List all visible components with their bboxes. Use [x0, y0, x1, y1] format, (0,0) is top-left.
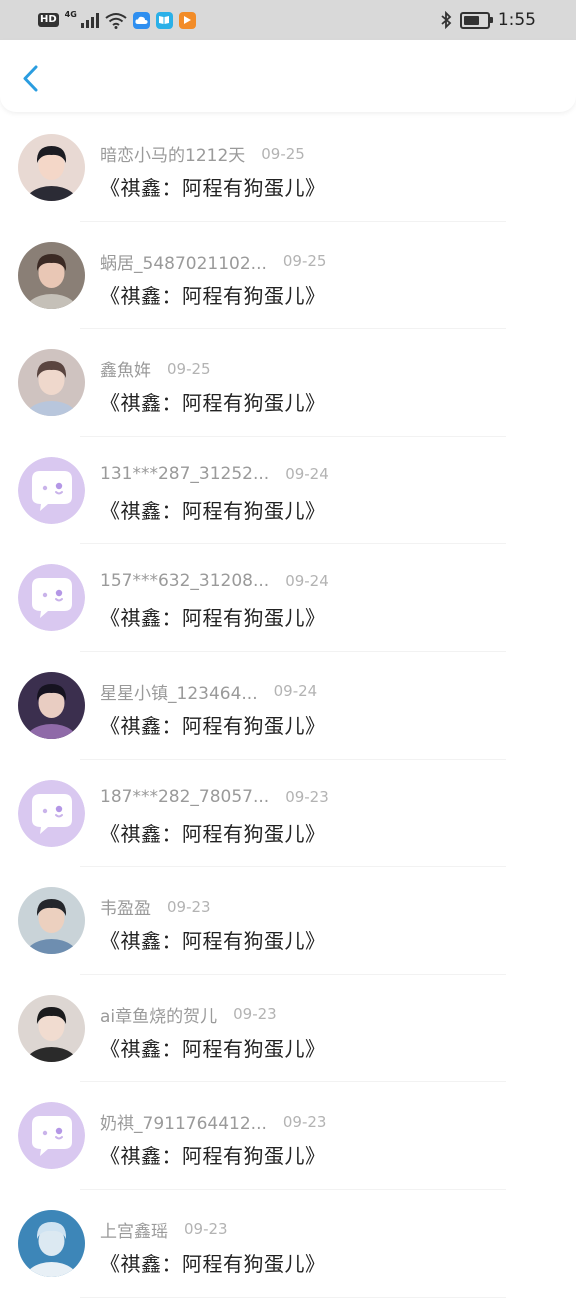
clock: 1:55	[497, 10, 536, 30]
message-header: 157***632_31208... 09-24	[100, 571, 329, 591]
sender-name[interactable]: 暗恋小马的1212天	[100, 141, 245, 166]
message-item[interactable]: 157***632_31208... 09-24 《祺鑫：阿程有狗蛋儿》	[0, 544, 576, 652]
message-header: 星星小镇_123464... 09-24	[100, 679, 317, 704]
message-list: 暗恋小马的1212天 09-25 《祺鑫：阿程有狗蛋儿》 蜗居_5487021102.…	[0, 114, 576, 1298]
message-item[interactable]: 上宫鑫瑶 09-23 《祺鑫：阿程有狗蛋儿》	[0, 1190, 576, 1298]
message-date: 09-23	[282, 1112, 327, 1131]
message-text: 《祺鑫：阿程有狗蛋儿》	[100, 606, 326, 631]
chevron-left-icon	[23, 65, 38, 92]
sender-name[interactable]: 131***287_31252...	[100, 464, 269, 484]
message-text: 《祺鑫：阿程有狗蛋儿》	[100, 1251, 326, 1276]
avatar[interactable]	[18, 241, 85, 309]
sender-name[interactable]: 187***282_78057...	[100, 787, 269, 807]
message-item[interactable]: 暗恋小马的1212天 09-25 《祺鑫：阿程有狗蛋儿》	[0, 114, 576, 222]
message-date: 09-23	[167, 897, 211, 916]
message-header: 蜗居_5487021102... 09-25	[100, 249, 326, 274]
avatar[interactable]	[18, 671, 85, 739]
status-bar: HD 4G 1:55	[0, 0, 576, 40]
battery-icon	[459, 11, 493, 29]
message-item[interactable]: 蜗居_5487021102... 09-25 《祺鑫：阿程有狗蛋儿》	[0, 222, 576, 330]
message-date: 09-23	[285, 787, 329, 806]
message-item[interactable]: 鑫魚姩 09-25 《祺鑫：阿程有狗蛋儿》	[0, 329, 576, 437]
message-date: 09-25	[167, 359, 211, 378]
bluetooth-icon	[441, 11, 452, 29]
header-bar	[0, 40, 576, 112]
message-item[interactable]: 187***282_78057... 09-23 《祺鑫：阿程有狗蛋儿》	[0, 760, 576, 868]
message-header: 上宫鑫瑶 09-23	[100, 1217, 228, 1242]
message-text: 《祺鑫：阿程有狗蛋儿》	[100, 391, 326, 416]
message-text: 《祺鑫：阿程有狗蛋儿》	[100, 713, 326, 738]
video-app-icon	[178, 11, 196, 29]
message-date: 09-24	[273, 682, 318, 701]
message-header: 187***282_78057... 09-23	[100, 787, 329, 807]
status-right: 1:55	[440, 9, 536, 31]
avatar[interactable]	[18, 779, 85, 847]
message-date: 09-25	[261, 144, 305, 163]
cloud-app-icon	[132, 11, 150, 29]
message-text: 《祺鑫：阿程有狗蛋儿》	[100, 498, 326, 523]
sender-name[interactable]: 韦盈盈	[100, 894, 151, 919]
message-date: 09-24	[285, 464, 329, 483]
message-item[interactable]: 奶祺_7911764412... 09-23 《祺鑫：阿程有狗蛋儿》	[0, 1082, 576, 1190]
message-header: 131***287_31252... 09-24	[100, 464, 329, 484]
sender-name[interactable]: 奶祺_7911764412...	[100, 1109, 267, 1134]
sender-name[interactable]: 157***632_31208...	[100, 571, 269, 591]
message-text: 《祺鑫：阿程有狗蛋儿》	[100, 176, 326, 200]
avatar[interactable]	[18, 1102, 85, 1170]
avatar[interactable]	[18, 1209, 85, 1277]
message-item[interactable]: ai章鱼烧的贺儿 09-23 《祺鑫：阿程有狗蛋儿》	[0, 975, 576, 1083]
divider	[80, 1296, 506, 1298]
message-text: 《祺鑫：阿程有狗蛋儿》	[100, 283, 326, 308]
sender-name[interactable]: 鑫魚姩	[100, 356, 151, 381]
message-item[interactable]: 韦盈盈 09-23 《祺鑫：阿程有狗蛋儿》	[0, 867, 576, 975]
message-date: 09-23	[184, 1220, 228, 1239]
message-date: 09-23	[233, 1005, 277, 1024]
message-header: 韦盈盈 09-23	[100, 894, 211, 920]
sender-name[interactable]: ai章鱼烧的贺儿	[100, 1002, 217, 1027]
message-text: 《祺鑫：阿程有狗蛋儿》	[100, 821, 326, 846]
avatar[interactable]	[18, 134, 85, 201]
book-app-icon	[155, 11, 173, 29]
sender-name[interactable]: 蜗居_5487021102...	[100, 249, 267, 274]
hd-badge: HD	[38, 13, 59, 27]
sender-name[interactable]: 上宫鑫瑶	[100, 1217, 168, 1242]
network-type: 4G	[64, 9, 77, 19]
message-header: 鑫魚姩 09-25	[100, 356, 211, 382]
avatar[interactable]	[18, 456, 85, 524]
message-header: 暗恋小马的1212天 09-25	[100, 141, 305, 167]
message-date: 09-24	[285, 572, 329, 591]
message-text: 《祺鑫：阿程有狗蛋儿》	[100, 1144, 326, 1169]
avatar[interactable]	[18, 564, 85, 632]
avatar[interactable]	[18, 887, 85, 955]
avatar[interactable]	[18, 994, 85, 1062]
sender-name[interactable]: 星星小镇_123464...	[100, 679, 258, 704]
avatar[interactable]	[18, 349, 85, 417]
signal-icon	[80, 12, 99, 28]
back-button[interactable]	[18, 62, 48, 94]
message-text: 《祺鑫：阿程有狗蛋儿》	[100, 929, 326, 954]
message-item[interactable]: 星星小镇_123464... 09-24 《祺鑫：阿程有狗蛋儿》	[0, 652, 576, 760]
wifi-icon	[105, 12, 127, 29]
message-header: ai章鱼烧的贺儿 09-23	[100, 1002, 277, 1027]
message-header: 奶祺_7911764412... 09-23	[100, 1109, 327, 1135]
message-text: 《祺鑫：阿程有狗蛋儿》	[100, 1036, 326, 1061]
message-item[interactable]: 131***287_31252... 09-24 《祺鑫：阿程有狗蛋儿》	[0, 437, 576, 545]
status-left: HD 4G	[38, 9, 196, 31]
message-date: 09-25	[282, 252, 327, 271]
